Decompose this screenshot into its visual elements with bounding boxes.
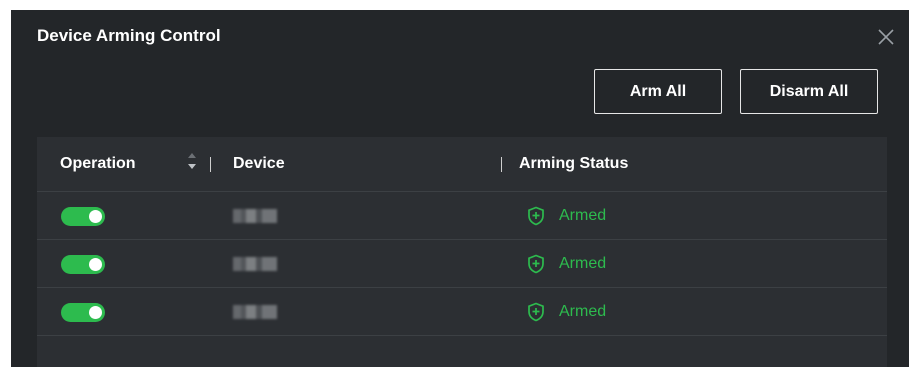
column-separator[interactable] [501,157,502,172]
arming-status: Armed [527,301,606,323]
status-text: Armed [559,255,607,272]
device-name [233,209,277,223]
shield-plus-icon [528,302,544,322]
table-row: Armed [37,192,887,240]
table-header: Operation Device Arming Status [37,137,887,192]
toggle-knob [89,306,102,319]
shield-plus-icon [528,254,544,274]
status-text: Armed [559,303,607,320]
table-row: Armed [37,240,887,288]
device-arming-control-dialog: Device Arming Control Arm All Disarm All… [11,10,909,367]
arming-status: Armed [527,205,606,227]
sort-icon[interactable] [186,150,198,172]
toggle-knob [89,210,102,223]
column-header-arming-status[interactable]: Arming Status [519,155,628,173]
arming-toggle[interactable] [61,303,105,322]
disarm-all-button[interactable]: Disarm All [740,69,878,114]
table-row: Armed [37,288,887,336]
toggle-knob [89,258,102,271]
close-icon[interactable] [873,24,899,50]
background-window-strip [0,0,909,10]
device-name [233,257,277,271]
device-name [233,305,277,319]
column-separator[interactable] [210,157,211,172]
device-table: Operation Device Arming Status Armed Arm… [37,137,887,367]
status-text: Armed [559,207,607,224]
arming-toggle[interactable] [61,255,105,274]
arming-status: Armed [527,253,606,275]
arm-all-button[interactable]: Arm All [594,69,722,114]
column-header-operation[interactable]: Operation [60,155,136,173]
column-header-device[interactable]: Device [233,155,285,173]
dialog-title: Device Arming Control [37,26,221,45]
shield-plus-icon [528,206,544,226]
arming-toggle[interactable] [61,207,105,226]
